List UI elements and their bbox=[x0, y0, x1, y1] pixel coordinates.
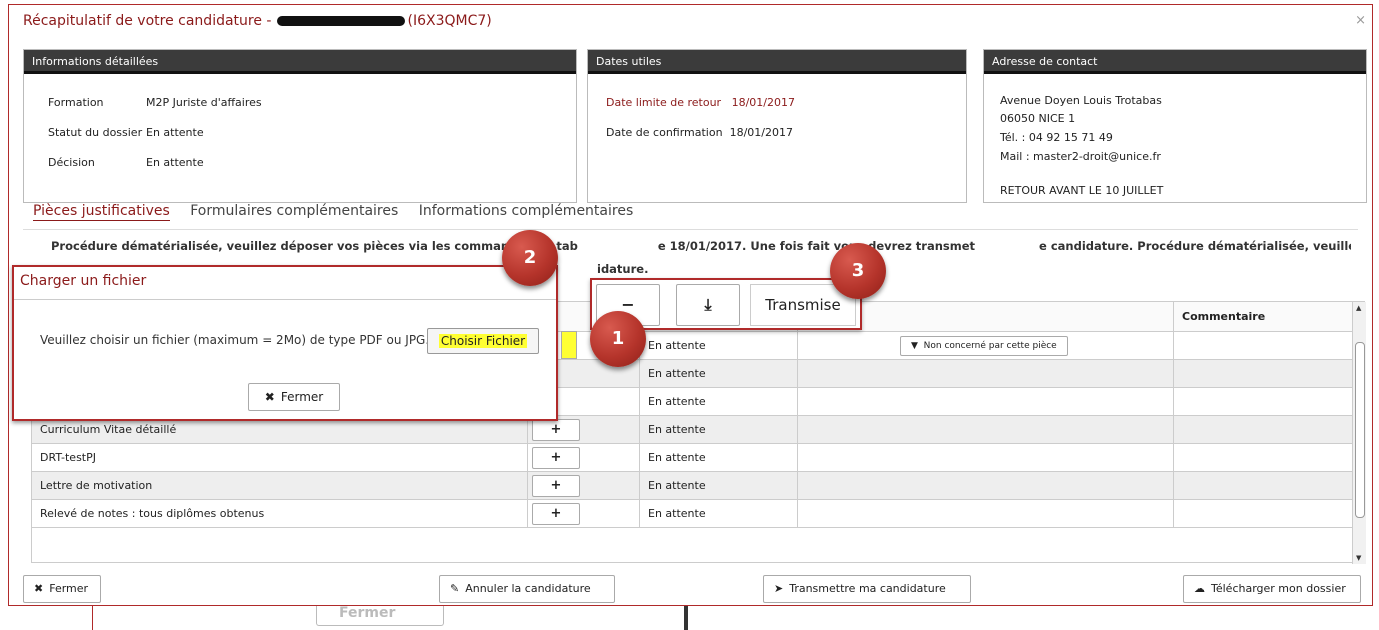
info-row-formation: Formation M2P Juriste d'affaires bbox=[48, 96, 262, 109]
date-confirmation: Date de confirmation 18/01/2017 bbox=[606, 126, 793, 139]
add-file-button[interactable]: + bbox=[532, 419, 580, 441]
contact-notice: RETOUR AVANT LE 10 JUILLET bbox=[1000, 184, 1164, 197]
add-file-button[interactable]: + bbox=[532, 475, 580, 497]
table-row: Lettre de motivation En attente + bbox=[32, 472, 1366, 500]
modal-title: Récapitulatif de votre candidature - (I6X… bbox=[23, 13, 492, 29]
contact-line: Tél. : 04 92 15 71 49 bbox=[1000, 131, 1113, 144]
close-icon: ✖ bbox=[264, 390, 275, 404]
not-concerned-button[interactable]: ▼ Non concerné par cette pièce bbox=[900, 336, 1068, 356]
contact-email: Mail : master2-droit@unice.fr bbox=[1000, 150, 1161, 163]
scrollbar-thumb[interactable] bbox=[1355, 342, 1365, 518]
tabs-divider bbox=[23, 229, 1358, 230]
panel-contact-title: Adresse de contact bbox=[984, 50, 1366, 74]
background-divider bbox=[92, 606, 93, 630]
upload-dialog-divider bbox=[14, 299, 556, 300]
upload-file-dialog: Charger un fichier Veuillez choisir un f… bbox=[12, 265, 558, 421]
close-button[interactable]: ✖ Fermer bbox=[23, 575, 101, 603]
highlighted-cell bbox=[561, 331, 577, 359]
download-dossier-button[interactable]: ☁ Télécharger mon dossier bbox=[1183, 575, 1361, 603]
tab-pieces-justificatives[interactable]: Pièces justificatives bbox=[33, 203, 170, 221]
procedure-text: Procédure dématérialisée, veuillez dépos… bbox=[51, 239, 1351, 253]
table-row: Relevé de notes : tous diplômes obtenus … bbox=[32, 500, 1366, 528]
tab-formulaires[interactable]: Formulaires complémentaires bbox=[190, 203, 398, 219]
scroll-down-icon[interactable]: ▼ bbox=[1356, 554, 1361, 562]
info-row-status: Statut du dossier En attente bbox=[48, 126, 204, 139]
date-limit: Date limite de retour 18/01/2017 bbox=[606, 96, 795, 109]
tab-informations[interactable]: Informations complémentaires bbox=[419, 203, 634, 219]
redacted-name bbox=[277, 16, 406, 26]
scroll-up-icon[interactable]: ▲ bbox=[1356, 304, 1361, 312]
thumbs-down-icon: ▼ bbox=[911, 341, 918, 351]
add-file-button[interactable]: + bbox=[532, 503, 580, 525]
send-icon: ➤ bbox=[774, 582, 784, 595]
download-file-button[interactable]: ⤓ bbox=[676, 284, 740, 326]
cancel-application-button[interactable]: ✎ Annuler la candidature bbox=[439, 575, 615, 603]
cloud-download-icon: ☁ bbox=[1194, 582, 1205, 595]
upload-dialog-message: Veuillez choisir un fichier (maximum = 2… bbox=[40, 333, 430, 347]
callout-badge-1: 1 bbox=[590, 311, 646, 367]
panel-details-title: Informations détaillées bbox=[24, 50, 576, 74]
contact-line: 06050 NICE 1 bbox=[1000, 112, 1076, 125]
tab-bar: Pièces justificatives Formulaires complé… bbox=[33, 203, 649, 221]
panel-details: Informations détaillées Formation M2P Jur… bbox=[23, 49, 577, 203]
upload-close-button[interactable]: ✖ Fermer bbox=[248, 383, 340, 411]
contact-line: Avenue Doyen Louis Trotabas bbox=[1000, 94, 1162, 107]
background-divider bbox=[684, 606, 688, 630]
info-row-decision: Décision En attente bbox=[48, 156, 204, 169]
panel-dates-title: Dates utiles bbox=[588, 50, 966, 74]
panel-contact: Adresse de contact Avenue Doyen Louis Tr… bbox=[983, 49, 1367, 203]
choose-file-button[interactable]: Choisir Fichier bbox=[427, 328, 539, 354]
close-icon: ✖ bbox=[34, 582, 44, 595]
panel-dates: Dates utiles Date limite de retour 18/01… bbox=[587, 49, 967, 203]
eraser-icon: ✎ bbox=[450, 582, 460, 595]
procedure-text-line2: idature. bbox=[597, 262, 649, 276]
table-row: DRT-testPJ En attente + bbox=[32, 444, 1366, 472]
add-file-button[interactable]: + bbox=[532, 447, 580, 469]
callout-badge-2: 2 bbox=[502, 230, 558, 286]
table-scrollbar[interactable]: ▲ ▼ bbox=[1352, 302, 1366, 564]
upload-dialog-title: Charger un fichier bbox=[20, 273, 147, 289]
callout-badge-3: 3 bbox=[830, 243, 886, 299]
submit-application-button[interactable]: ➤ Transmettre ma candidature bbox=[763, 575, 971, 603]
download-icon: ⤓ bbox=[704, 295, 712, 314]
close-icon[interactable]: × bbox=[1355, 13, 1366, 28]
